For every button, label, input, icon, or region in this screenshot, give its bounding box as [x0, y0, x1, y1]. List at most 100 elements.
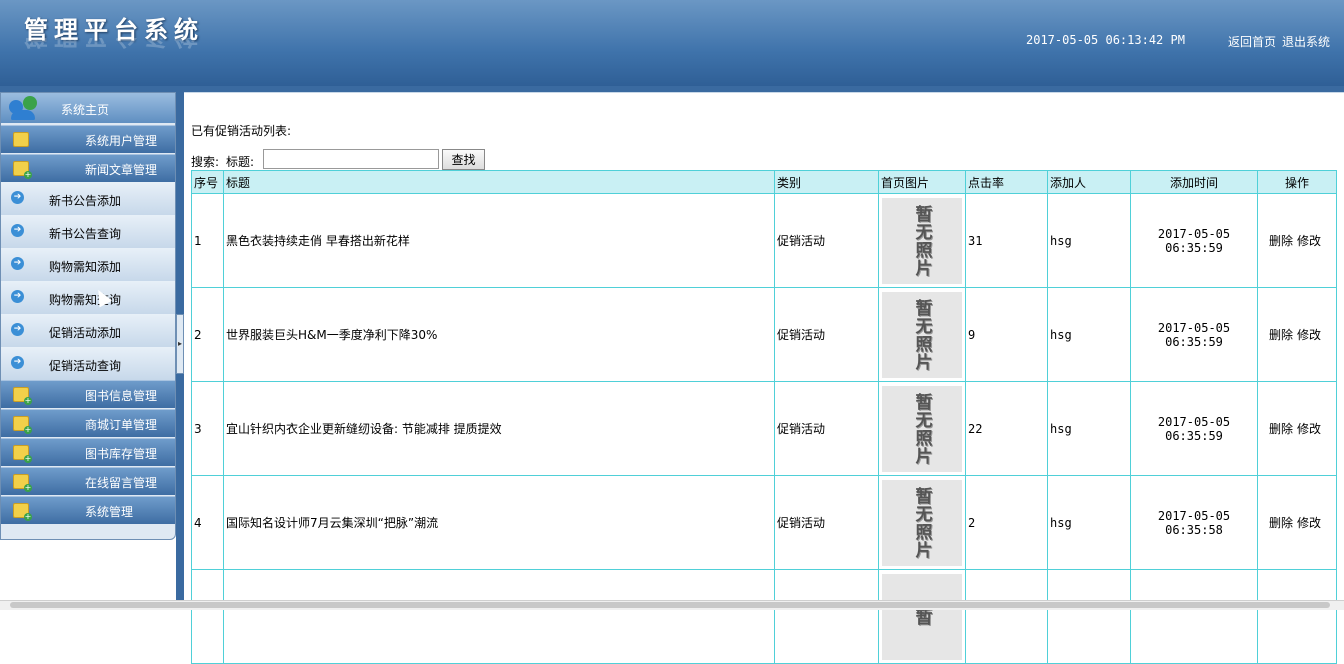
list-caption: 已有促销活动列表:	[191, 124, 292, 138]
cell-photo: 暂无照片	[878, 381, 966, 476]
delete-link[interactable]: 删除	[1269, 422, 1293, 436]
col-author: 添加人	[1047, 170, 1131, 194]
collapse-sidebar-handle[interactable]: ▸	[176, 314, 184, 374]
delete-link[interactable]: 删除	[1269, 234, 1293, 248]
col-no: 序号	[191, 170, 224, 194]
sidebar-group-system[interactable]: + 系统管理	[1, 496, 175, 524]
cell-category: 促销活动	[774, 381, 879, 476]
edit-link[interactable]: 修改	[1297, 516, 1321, 530]
cell-no: 1	[191, 193, 224, 288]
no-photo-image: 暂无照片	[882, 385, 962, 472]
table-row: 1 黑色衣装持续走俏 早春搭出新花样 促销活动 暂无照片 31 hsg 2017…	[191, 193, 1337, 288]
sidebar-item-new-book-query[interactable]: ➔ 新书公告查询	[1, 215, 175, 249]
arrow-right-icon: ➔	[11, 290, 24, 303]
cell-clicks: 31	[965, 193, 1048, 288]
sidebar-group-news[interactable]: + 新闻文章管理	[1, 154, 175, 182]
sidebar-item-label: 新书公告查询	[49, 227, 122, 241]
cell-empty	[1257, 569, 1337, 664]
cell-author: hsg	[1047, 381, 1131, 476]
search-button[interactable]: 查找	[442, 149, 485, 170]
no-photo-image: 暂无照片	[882, 479, 962, 566]
table-row: 2 世界服装巨头H&M一季度净利下降30% 促销活动 暂无照片 9 hsg 20…	[191, 287, 1337, 382]
cell-category: 促销活动	[774, 287, 879, 382]
sidebar-group-orders[interactable]: + 商城订单管理	[1, 409, 175, 437]
cell-time: 2017-05-05 06:35:59	[1130, 287, 1258, 382]
sidebar-splitter: ▸	[176, 92, 184, 602]
title-label: 标题:	[226, 155, 255, 169]
cell-actions: 删除 修改	[1257, 287, 1337, 382]
home-link[interactable]: 返回首页	[1228, 35, 1276, 49]
folder-add-icon: +	[13, 387, 32, 405]
cell-title: 黑色衣装持续走俏 早春搭出新花样	[223, 193, 775, 288]
cell-actions: 删除 修改	[1257, 475, 1337, 570]
cell-photo: 暂	[878, 569, 966, 664]
sidebar-item-promo-query[interactable]: ➔ 促销活动查询	[1, 347, 175, 381]
sidebar-group-label: 系统用户管理	[85, 134, 158, 148]
arrow-right-icon: ➔	[11, 323, 24, 336]
logout-link[interactable]: 退出系统	[1282, 35, 1330, 49]
top-header: 管理平台系统 管理平台系统 2017-05-05 06:13:42 PM 返回首…	[0, 0, 1344, 86]
arrow-right-icon: ➔	[11, 356, 24, 369]
sidebar-item-notice-query[interactable]: ➔ 购物需知查询	[1, 281, 175, 315]
promotion-table: 序号 标题 类别 首页图片 点击率 添加人 添加时间 操作 1 黑色衣装持续走俏…	[191, 170, 1337, 664]
sidebar-item-label: 新书公告添加	[49, 194, 122, 208]
cell-photo: 暂无照片	[878, 193, 966, 288]
cell-empty	[191, 569, 224, 664]
cell-photo: 暂无照片	[878, 475, 966, 570]
search-label: 搜索:	[191, 155, 220, 169]
sidebar-group-users[interactable]: 系统用户管理	[1, 125, 175, 153]
sidebar-item-promo-add[interactable]: ➔ 促销活动添加	[1, 314, 175, 348]
table-row: 3 宜山针织内衣企业更新缝纫设备: 节能减排 提质提效 促销活动 暂无照片 22…	[191, 381, 1337, 476]
cell-actions: 删除 修改	[1257, 193, 1337, 288]
sidebar-group-label: 在线留言管理	[85, 476, 158, 490]
arrow-right-icon: ➔	[11, 224, 24, 237]
cell-empty	[1047, 569, 1131, 664]
folder-add-icon: +	[13, 503, 32, 521]
users-icon	[9, 96, 39, 120]
header-links: 返回首页 退出系统	[1228, 33, 1336, 50]
cell-author: hsg	[1047, 193, 1131, 288]
cell-time: 2017-05-05 06:35:59	[1130, 193, 1258, 288]
sidebar-group-books[interactable]: + 图书信息管理	[1, 380, 175, 408]
sidebar-group-label: 新闻文章管理	[85, 163, 158, 177]
sidebar-group-label: 图书信息管理	[85, 389, 158, 403]
scrollbar-thumb[interactable]	[10, 602, 1330, 608]
delete-link[interactable]: 删除	[1269, 328, 1293, 342]
sidebar-item-notice-add[interactable]: ➔ 购物需知添加	[1, 248, 175, 282]
sidebar-group-label: 系统管理	[85, 505, 134, 519]
cell-actions: 删除 修改	[1257, 381, 1337, 476]
col-time: 添加时间	[1130, 170, 1258, 194]
no-photo-image: 暂无照片	[882, 197, 962, 284]
cell-title: 国际知名设计师7月云集深圳“把脉”潮流	[223, 475, 775, 570]
table-header-row: 序号 标题 类别 首页图片 点击率 添加人 添加时间 操作	[191, 170, 1337, 194]
no-photo-image: 暂无照片	[882, 291, 962, 378]
app-title-reflection: 管理平台系统	[24, 38, 204, 56]
datetime-display: 2017-05-05 06:13:42 PM	[1026, 33, 1185, 47]
sidebar-group-inventory[interactable]: + 图书库存管理	[1, 438, 175, 466]
sidebar: 系统主页 系统用户管理 + 新闻文章管理 ➔ 新书公告添加 ➔ 新书公告查询 ➔…	[0, 92, 176, 540]
edit-link[interactable]: 修改	[1297, 234, 1321, 248]
folder-icon	[13, 132, 29, 147]
no-photo-image: 暂	[882, 573, 962, 660]
sidebar-item-new-book-add[interactable]: ➔ 新书公告添加	[1, 182, 175, 216]
cell-no: 2	[191, 287, 224, 382]
folder-add-icon: +	[13, 445, 32, 463]
cell-empty	[223, 569, 775, 664]
sidebar-group-messages[interactable]: + 在线留言管理	[1, 467, 175, 495]
col-category: 类别	[774, 170, 879, 194]
cell-time: 2017-05-05 06:35:59	[1130, 381, 1258, 476]
cell-clicks: 2	[965, 475, 1048, 570]
title-search-input[interactable]	[263, 149, 439, 169]
cell-empty	[774, 569, 879, 664]
delete-link[interactable]: 删除	[1269, 516, 1293, 530]
cell-empty	[965, 569, 1048, 664]
edit-link[interactable]: 修改	[1297, 422, 1321, 436]
sidebar-item-label: 促销活动添加	[49, 326, 122, 340]
sidebar-home[interactable]: 系统主页	[1, 93, 175, 123]
edit-link[interactable]: 修改	[1297, 328, 1321, 342]
arrow-right-icon: ➔	[11, 257, 24, 270]
col-title: 标题	[223, 170, 775, 194]
col-photo: 首页图片	[878, 170, 966, 194]
sidebar-home-label: 系统主页	[61, 103, 110, 117]
cell-no: 3	[191, 381, 224, 476]
